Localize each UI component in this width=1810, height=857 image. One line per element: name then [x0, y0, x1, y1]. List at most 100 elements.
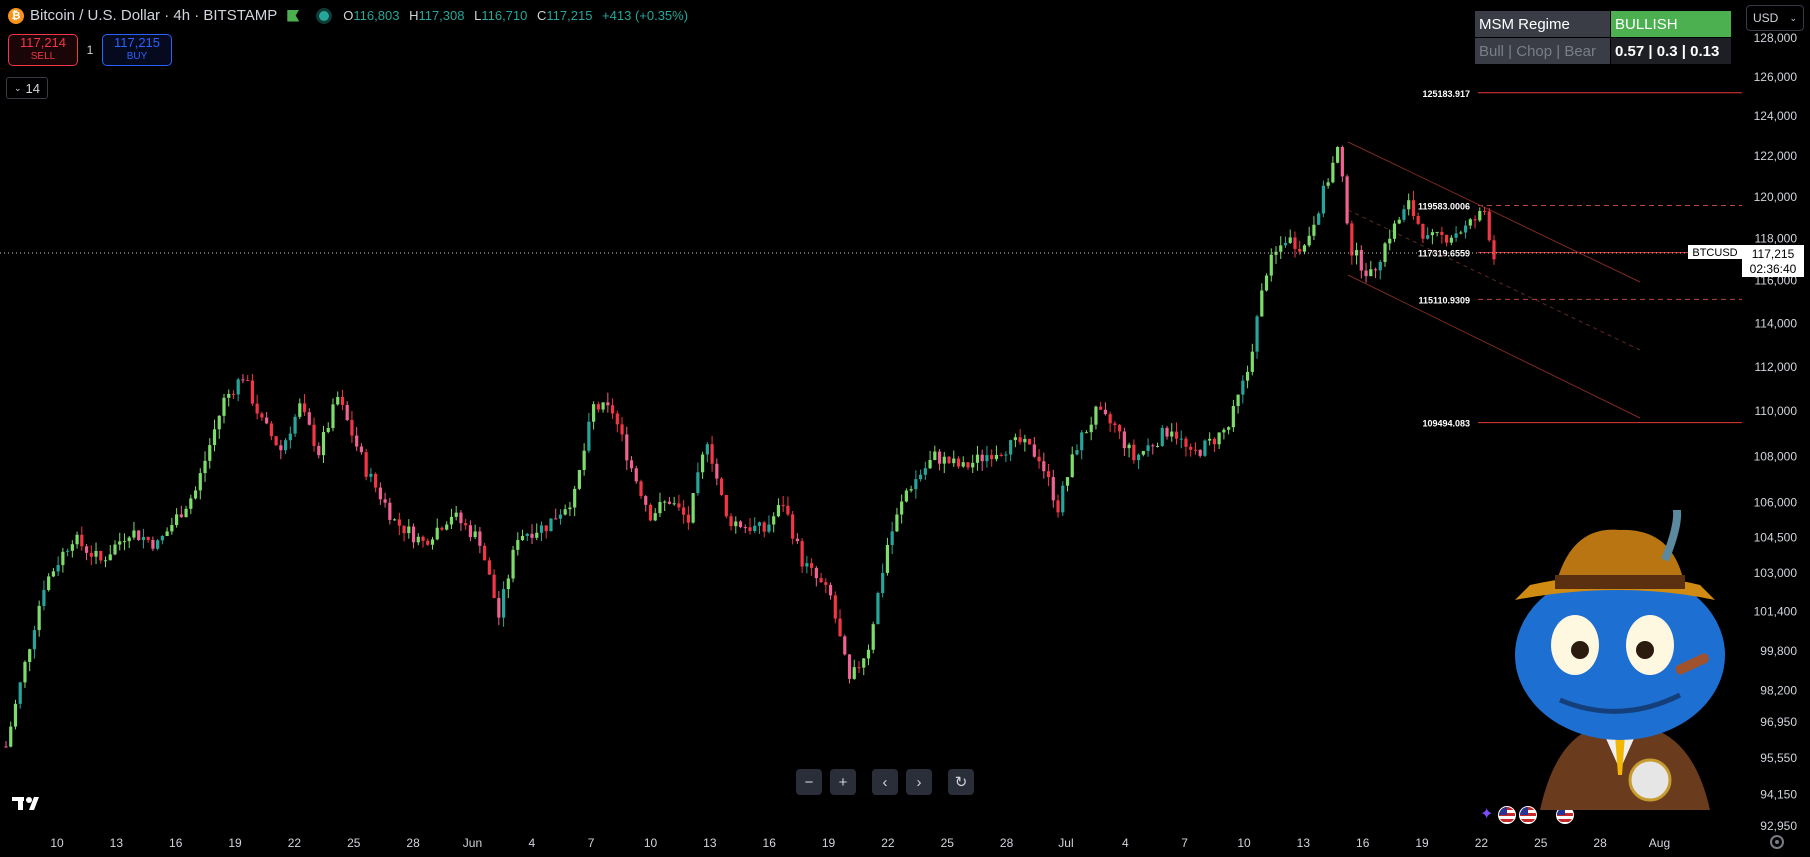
x-tick-label: 7 — [588, 836, 595, 850]
currency-selector[interactable]: USD ⌄ — [1746, 5, 1804, 31]
zoom-in-button[interactable]: + — [830, 769, 856, 795]
candle-body — [184, 508, 188, 518]
candle-body — [1004, 454, 1008, 456]
chevron-left-icon: ‹ — [882, 773, 888, 791]
candle-body — [156, 540, 160, 549]
symbol-header[interactable]: ₿ Bitcoin / U.S. Dollar · 4h · BITSTAMP … — [8, 7, 694, 24]
candle-body — [795, 538, 799, 542]
candle-body — [1032, 444, 1036, 457]
last-price-tag: BTCUSD 117,215 02:36:40 — [1688, 245, 1804, 277]
candle-body — [1146, 445, 1150, 451]
candle-body — [587, 421, 591, 451]
candle-body — [577, 469, 582, 489]
candle-body — [1056, 500, 1060, 513]
candle-body — [84, 546, 89, 553]
x-tick-label: 4 — [1122, 836, 1129, 850]
x-tick-label: 13 — [1297, 836, 1311, 850]
candle-body — [222, 397, 226, 416]
y-tick-label: 101,400 — [1754, 605, 1798, 619]
candle-body — [1241, 380, 1245, 395]
msm-regime-table: MSM Regime BULLISH Bull | Chop | Bear 0.… — [1474, 10, 1732, 65]
candle-body — [1421, 223, 1425, 239]
y-tick-label: 98,200 — [1760, 684, 1797, 698]
candle-body — [302, 403, 307, 413]
indicators-count: 14 — [25, 80, 40, 96]
candle-body — [388, 502, 392, 520]
indicators-toggle[interactable]: ⌄ 14 — [6, 77, 48, 99]
order-quantity[interactable]: 1 — [84, 43, 96, 57]
candle-body — [767, 524, 771, 532]
candle-body — [511, 549, 515, 579]
msm-values: 0.57 | 0.3 | 0.13 — [1610, 37, 1732, 65]
candle-body — [1151, 445, 1155, 447]
candle-body — [151, 539, 155, 549]
candle-body — [445, 524, 449, 530]
settings-icon[interactable] — [1770, 835, 1784, 849]
candle-body — [985, 455, 989, 462]
candle-body — [326, 428, 330, 433]
candle-body — [1397, 219, 1401, 224]
candle-body — [862, 658, 866, 668]
x-tick-label: 28 — [1000, 836, 1014, 850]
x-tick-label: 19 — [228, 836, 242, 850]
candle-body — [1046, 471, 1051, 478]
candle-body — [1236, 394, 1240, 407]
candle-body — [615, 413, 619, 425]
candle-body — [1118, 425, 1122, 432]
candle-body — [1321, 185, 1326, 214]
candle-body — [1018, 437, 1022, 443]
candle-body — [1136, 454, 1141, 461]
candle-body — [937, 451, 942, 464]
scroll-right-button[interactable]: › — [906, 769, 932, 795]
candle-body — [359, 446, 364, 453]
candle-body — [648, 504, 653, 521]
x-tick-label: 19 — [822, 836, 836, 850]
zoom-out-button[interactable]: − — [796, 769, 822, 795]
chevron-down-icon: ⌄ — [1789, 12, 1797, 23]
y-tick-label: 128,000 — [1754, 31, 1798, 45]
market-status-icon[interactable] — [319, 10, 330, 21]
candle-body — [1222, 429, 1226, 433]
candle-body — [966, 462, 970, 468]
candle-body — [1331, 162, 1335, 183]
flag-icon[interactable] — [287, 9, 300, 22]
candle-body — [928, 460, 932, 469]
candle-body — [355, 435, 359, 447]
candle-body — [904, 490, 908, 502]
candle-body — [644, 496, 648, 505]
candle-body — [596, 404, 600, 410]
sparkle-icon[interactable]: ✦ — [1480, 806, 1493, 824]
level-label: 117319.6559 — [1418, 249, 1470, 259]
candle-body — [696, 472, 700, 494]
candle-body — [1132, 444, 1136, 461]
candle-body — [1037, 456, 1041, 462]
x-tick-label: 13 — [110, 836, 124, 850]
sell-button[interactable]: 117,214 SELL — [8, 34, 78, 66]
candle-body — [1208, 438, 1212, 441]
close-value: 117,215 — [546, 8, 593, 23]
candle-body — [1212, 438, 1217, 445]
scroll-left-button[interactable]: ‹ — [872, 769, 898, 795]
candle-body — [146, 537, 150, 540]
candle-body — [279, 445, 283, 451]
candle-body — [658, 502, 662, 514]
candle-body — [56, 565, 60, 572]
candle-body — [1440, 231, 1444, 235]
minus-icon: − — [804, 773, 814, 791]
candle-body — [66, 550, 70, 552]
buy-button[interactable]: 117,215 BUY — [102, 34, 172, 66]
candle-body — [866, 649, 871, 659]
candle-body — [113, 544, 117, 555]
candle-body — [1269, 254, 1273, 276]
y-tick-label: 112,000 — [1755, 360, 1798, 374]
candle-body — [819, 578, 823, 583]
tradingview-logo[interactable] — [12, 795, 46, 811]
candle-body — [383, 499, 387, 503]
reset-chart-button[interactable]: ↻ — [948, 769, 974, 795]
candle-body — [407, 526, 411, 534]
candle-body — [573, 488, 577, 508]
symbol-title[interactable]: Bitcoin / U.S. Dollar · 4h · BITSTAMP — [30, 7, 277, 24]
candle-body — [952, 458, 956, 464]
candle-body — [672, 503, 676, 505]
candle-body — [241, 379, 245, 381]
